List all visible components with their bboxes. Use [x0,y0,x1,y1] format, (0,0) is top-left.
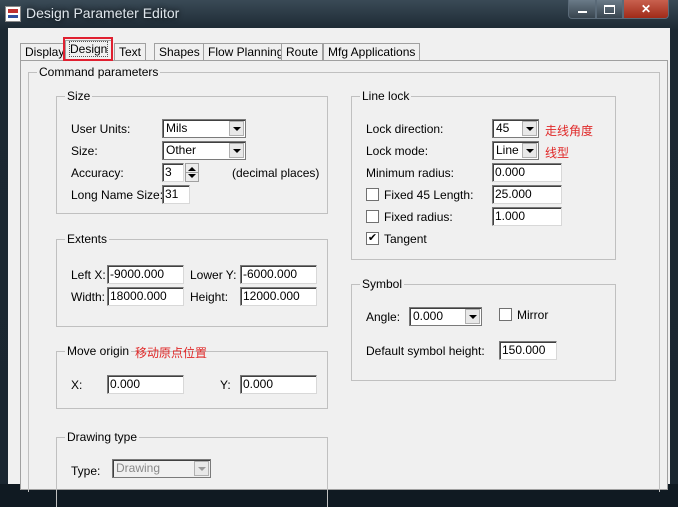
arrow-up-icon[interactable] [188,167,196,171]
default-symbol-height-label: Default symbol height: [366,344,485,358]
lock-mode-annotation: 线型 [545,146,570,160]
user-units-label: User Units: [71,122,131,136]
size-value: Other [166,143,197,157]
extents-group: Extents Left X: -9000.000 Lower Y: -6000… [56,232,328,327]
left-x-label: Left X: [71,268,106,282]
extents-group-label: Extents [65,232,110,246]
angle-value: 0.000 [413,309,444,323]
tab-text[interactable]: Text [114,43,147,60]
lower-y-input[interactable]: -6000.000 [240,265,317,284]
minimize-icon [577,11,587,13]
tab-display[interactable]: Display [20,43,70,60]
angle-label: Angle: [366,310,401,324]
fixed-45-input[interactable]: 25.000 [492,185,562,204]
tab-mfg-applications[interactable]: Mfg Applications [323,43,421,60]
window-title: Design Parameter Editor [26,5,180,21]
user-units-value: Mils [166,121,188,135]
mirror-label: Mirror [517,308,549,322]
minimum-radius-input[interactable]: 0.000 [492,163,562,182]
chevron-down-icon[interactable] [229,121,244,136]
move-origin-group: Move origin 移动原点位置 X: 0.000 Y: 0.000 [56,344,328,409]
lower-y-label: Lower Y: [190,268,237,282]
command-parameters-label: Command parameters [37,65,161,79]
symbol-group-label: Symbol [360,277,405,291]
design-tab-panel: Command parameters Size User Units: Mils… [20,60,668,507]
symbol-group: Symbol Angle: 0.000 Mirror Default symbo… [351,277,616,381]
width-label: Width: [71,290,106,304]
origin-y-label: Y: [220,378,231,392]
fixed-radius-label: Fixed radius: [384,210,453,224]
angle-select[interactable]: 0.000 [409,307,482,326]
maximize-icon [604,4,615,14]
accuracy-label: Accuracy: [71,166,124,180]
chevron-down-icon[interactable] [194,461,209,476]
long-name-size-label: Long Name Size: [71,188,164,202]
origin-y-input[interactable]: 0.000 [240,375,317,394]
lock-direction-annotation: 走线角度 [545,124,594,138]
line-lock-group: Line lock Lock direction: 45 走线角度 Lock m… [351,89,616,260]
move-origin-group-label: Move origin [65,344,132,358]
long-name-size-input[interactable]: 31 [162,185,190,204]
tab-shapes[interactable]: Shapes [154,43,205,60]
fixed-45-checkbox[interactable] [366,188,379,201]
design-tab-highlight [63,37,113,61]
lock-direction-value: 45 [496,121,510,135]
size-select[interactable]: Other [162,141,246,160]
chevron-down-icon[interactable] [465,309,480,324]
dialog-client: Display Design Text Shapes Flow Planning… [8,28,670,507]
maximize-button[interactable] [596,0,623,19]
lock-mode-select[interactable]: Line [492,141,539,160]
height-input[interactable]: 12000.000 [240,287,317,306]
size-group-label: Size [65,89,93,103]
drawing-type-group-label: Drawing type [65,430,140,444]
move-origin-annotation: 移动原点位置 [135,346,208,360]
drawing-type-group: Drawing type Type: Drawing [56,430,328,507]
fixed-radius-checkbox[interactable] [366,210,379,223]
accuracy-spinner[interactable] [185,163,199,182]
accuracy-suffix: (decimal places) [232,166,320,180]
default-symbol-height-input[interactable]: 150.000 [499,341,557,360]
size-group: Size User Units: Mils Size: Other Accura… [56,89,328,214]
origin-x-input[interactable]: 0.000 [107,375,184,394]
drawing-type-value: Drawing [116,461,161,475]
drawing-type-label: Type: [71,464,101,478]
minimize-button[interactable] [568,0,596,19]
height-label: Height: [190,290,229,304]
command-parameters-group: Command parameters Size User Units: Mils… [28,65,660,507]
fixed-radius-input[interactable]: 1.000 [492,207,562,226]
lock-mode-value: Line [496,143,519,157]
width-input[interactable]: 18000.000 [107,287,184,306]
close-button[interactable]: ✕ [623,0,669,19]
lock-direction-label: Lock direction: [366,122,444,136]
line-lock-group-label: Line lock [360,89,412,103]
fixed-45-label: Fixed 45 Length: [384,188,474,202]
accuracy-input[interactable]: 3 [162,163,184,182]
chevron-down-icon[interactable] [229,143,244,158]
tab-flow-planning[interactable]: Flow Planning [203,43,289,60]
application-window: Design Parameter Editor ✕ Display Design… [0,0,678,507]
arrow-down-icon[interactable] [188,174,196,178]
lock-direction-select[interactable]: 45 [492,119,539,138]
tangent-label: Tangent [384,232,427,246]
lock-mode-label: Lock mode: [366,144,429,158]
size-label: Size: [71,144,98,158]
tangent-checkbox[interactable]: ✔ [366,232,379,245]
chevron-down-icon[interactable] [522,121,537,136]
minimum-radius-label: Minimum radius: [366,166,455,180]
tab-route[interactable]: Route [281,43,324,60]
chevron-down-icon[interactable] [522,143,537,158]
close-icon: ✕ [640,2,652,16]
mirror-checkbox[interactable] [499,308,512,321]
title-bar[interactable]: Design Parameter Editor ✕ [0,0,678,28]
origin-x-label: X: [71,378,83,392]
check-icon: ✔ [367,232,378,244]
left-x-input[interactable]: -9000.000 [107,265,184,284]
app-icon [5,6,21,22]
user-units-select[interactable]: Mils [162,119,246,138]
drawing-type-select[interactable]: Drawing [112,459,211,478]
